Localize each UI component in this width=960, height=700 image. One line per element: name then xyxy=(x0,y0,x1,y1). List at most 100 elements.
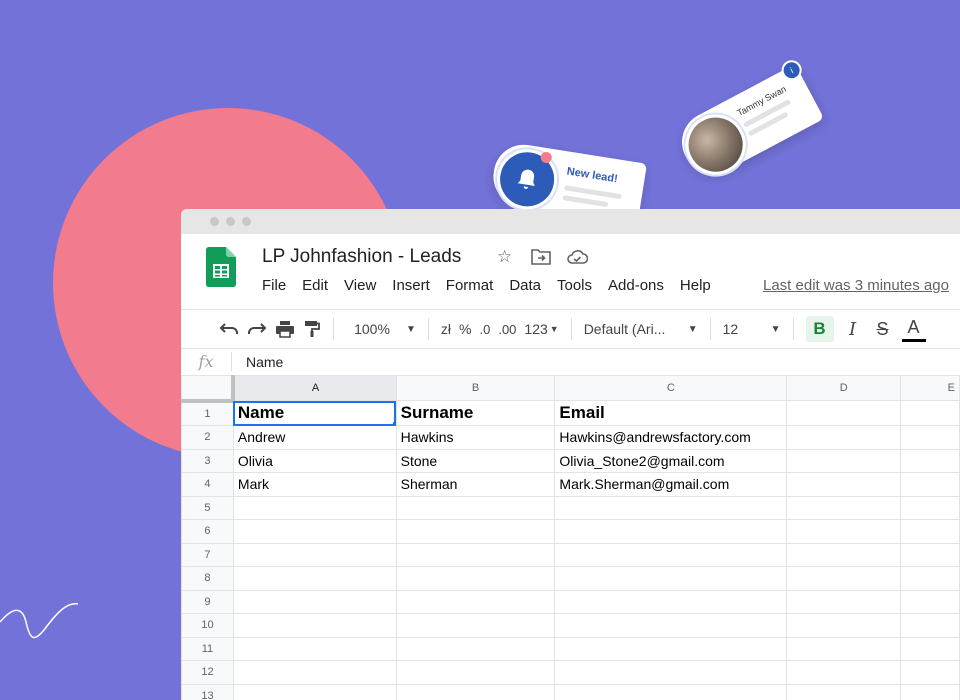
last-edit-link[interactable]: Last edit was 3 minutes ago xyxy=(763,277,949,294)
sheet-cell[interactable] xyxy=(232,613,397,638)
menu-edit[interactable]: Edit xyxy=(302,277,328,294)
decrease-decimals-button[interactable]: .0 xyxy=(479,316,490,342)
sheet-cell[interactable] xyxy=(900,400,960,426)
font-dropdown-icon[interactable]: ▼ xyxy=(688,316,698,342)
sheet-cell[interactable] xyxy=(232,660,397,685)
column-header[interactable]: C xyxy=(554,375,788,401)
formula-input[interactable]: Name xyxy=(232,354,283,370)
sheet-cell[interactable] xyxy=(395,683,556,700)
sheet-cell[interactable]: Stone xyxy=(395,448,556,473)
sheet-cell[interactable] xyxy=(395,636,556,661)
print-icon[interactable] xyxy=(275,316,295,342)
sheet-cell[interactable] xyxy=(395,519,556,544)
menu-format[interactable]: Format xyxy=(446,277,494,294)
undo-icon[interactable] xyxy=(219,316,239,342)
window-maximize-dot[interactable] xyxy=(242,217,251,226)
sheet-cell[interactable] xyxy=(395,495,556,520)
row-header[interactable]: 4 xyxy=(181,472,234,497)
font-size-dropdown-icon[interactable]: ▼ xyxy=(771,316,781,342)
sheet-cell[interactable] xyxy=(232,542,397,567)
menu-data[interactable]: Data xyxy=(509,277,541,294)
sheet-cell[interactable] xyxy=(900,589,960,614)
bold-button[interactable]: B xyxy=(805,316,834,342)
menu-file[interactable]: File xyxy=(262,277,286,294)
selected-cell[interactable]: Name xyxy=(232,400,397,426)
sheet-cell[interactable] xyxy=(900,566,960,591)
sheet-cell[interactable] xyxy=(554,566,788,591)
sheet-cell[interactable]: Hawkins@andrewsfactory.com xyxy=(554,425,788,450)
sheet-cell[interactable] xyxy=(554,589,788,614)
sheet-cell[interactable] xyxy=(554,542,788,567)
increase-decimals-button[interactable]: .00 xyxy=(498,316,516,342)
window-close-dot[interactable] xyxy=(210,217,219,226)
move-folder-icon[interactable] xyxy=(531,248,551,266)
sheet-cell[interactable] xyxy=(786,566,902,591)
sheet-cell[interactable] xyxy=(554,683,788,700)
sheet-cell[interactable] xyxy=(786,613,902,638)
document-title[interactable]: LP Johnfashion - Leads xyxy=(262,246,461,268)
sheets-logo-icon[interactable] xyxy=(206,247,236,287)
sheet-cell[interactable] xyxy=(786,542,902,567)
sheet-cell[interactable] xyxy=(395,613,556,638)
italic-button[interactable]: I xyxy=(842,316,864,342)
percent-format-button[interactable]: % xyxy=(459,316,471,342)
column-header[interactable]: B xyxy=(395,375,556,401)
window-minimize-dot[interactable] xyxy=(226,217,235,226)
sheet-cell[interactable] xyxy=(554,636,788,661)
sheet-cell[interactable]: Mark.Sherman@gmail.com xyxy=(554,472,788,497)
paint-format-icon[interactable] xyxy=(303,316,321,342)
sheet-cell[interactable] xyxy=(900,472,960,497)
fill-handle[interactable] xyxy=(392,422,396,425)
sheet-cell[interactable] xyxy=(786,425,902,450)
sheet-cell[interactable] xyxy=(786,636,902,661)
sheet-cell[interactable] xyxy=(395,542,556,567)
more-formats-button[interactable]: 123 ▼ xyxy=(524,316,558,342)
row-header[interactable]: 13 xyxy=(181,683,234,700)
sheet-cell[interactable] xyxy=(554,660,788,685)
select-all-corner[interactable] xyxy=(181,375,236,403)
sheet-cell[interactable] xyxy=(900,495,960,520)
sheet-cell[interactable] xyxy=(900,613,960,638)
font-size-select[interactable]: 12 xyxy=(723,316,763,342)
sheet-cell[interactable] xyxy=(232,589,397,614)
sheet-cell[interactable] xyxy=(786,660,902,685)
row-header[interactable]: 11 xyxy=(181,636,234,661)
sheet-cell[interactable] xyxy=(232,683,397,700)
star-icon[interactable]: ☆ xyxy=(497,247,512,267)
row-header[interactable]: 7 xyxy=(181,542,234,567)
row-header[interactable]: 8 xyxy=(181,566,234,591)
sheet-cell[interactable] xyxy=(554,519,788,544)
sheet-cell[interactable] xyxy=(900,660,960,685)
sheet-cell[interactable] xyxy=(900,519,960,544)
row-header[interactable]: 1 xyxy=(181,400,234,426)
sheet-cell[interactable] xyxy=(232,636,397,661)
row-header[interactable]: 10 xyxy=(181,613,234,638)
sheet-cell[interactable] xyxy=(554,495,788,520)
sheet-cell[interactable] xyxy=(395,589,556,614)
sheet-cell[interactable]: Olivia_Stone2@gmail.com xyxy=(554,448,788,473)
cloud-status-icon[interactable] xyxy=(566,248,588,266)
sheet-cell[interactable] xyxy=(900,542,960,567)
column-header[interactable]: A xyxy=(232,375,397,401)
sheet-cell[interactable] xyxy=(786,495,902,520)
menu-insert[interactable]: Insert xyxy=(392,277,430,294)
sheet-cell[interactable] xyxy=(395,566,556,591)
column-header[interactable]: D xyxy=(786,375,902,401)
row-header[interactable]: 6 xyxy=(181,519,234,544)
sheet-cell[interactable] xyxy=(786,448,902,473)
sheet-cell[interactable] xyxy=(900,683,960,700)
strikethrough-button[interactable]: S xyxy=(872,316,894,342)
sheet-cell[interactable]: Surname xyxy=(395,400,556,426)
sheet-cell[interactable]: Sherman xyxy=(395,472,556,497)
sheet-cell[interactable]: Olivia xyxy=(232,448,397,473)
sheet-cell[interactable] xyxy=(232,566,397,591)
row-header[interactable]: 9 xyxy=(181,589,234,614)
sheet-cell[interactable] xyxy=(395,660,556,685)
sheet-cell[interactable] xyxy=(900,425,960,450)
text-color-button[interactable]: A xyxy=(901,317,926,342)
menu-help[interactable]: Help xyxy=(680,277,711,294)
sheet-cell[interactable] xyxy=(554,613,788,638)
menu-tools[interactable]: Tools xyxy=(557,277,592,294)
font-select[interactable]: Default (Ari... xyxy=(584,316,680,342)
column-header[interactable]: E xyxy=(900,375,960,401)
